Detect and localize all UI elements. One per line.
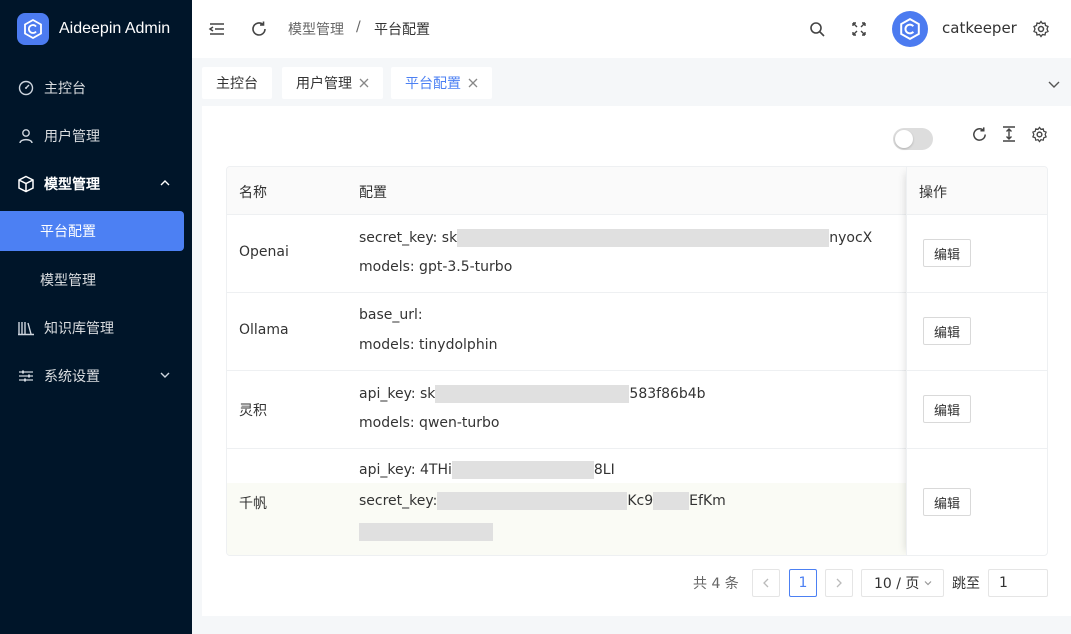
breadcrumb-item[interactable]: 模型管理 (288, 19, 344, 39)
toggle-switch[interactable] (893, 128, 933, 150)
next-page-button[interactable] (825, 569, 853, 597)
chevron-right-icon (836, 578, 842, 588)
chevron-down-icon (925, 581, 932, 586)
config-text: 583f86b4b (629, 386, 706, 402)
sidebar: Aideepin Admin 主控台 用户管理 模型管理 平台配置 模型管理 知… (0, 0, 192, 634)
row-name: 灵积 (239, 403, 267, 419)
config-text: models: tinydolphin (359, 337, 498, 353)
config-text: api_key: sk (359, 386, 436, 402)
gear-icon[interactable] (1031, 19, 1051, 39)
prev-page-button[interactable] (752, 569, 780, 597)
chevron-down-icon[interactable] (1047, 77, 1061, 91)
reload-icon[interactable] (969, 124, 989, 144)
redacted-block (451, 461, 594, 479)
content-panel: 名称 配置 操作 Openai secret_key: sk nyocX mode… (202, 106, 1071, 616)
config-text: secret_key: (359, 493, 438, 509)
sidebar-item-label: 模型管理 (40, 273, 96, 289)
cube-icon (16, 174, 36, 194)
chevron-left-icon (763, 578, 769, 588)
actions-column-divider (906, 167, 1047, 555)
config-line: models: gpt-3.5-turbo (359, 259, 512, 275)
config-text: models: qwen-turbo (359, 415, 500, 431)
tab-platform-config[interactable]: 平台配置 (391, 67, 492, 99)
sidebar-item-label: 用户管理 (44, 129, 100, 145)
config-text: api_key: 4THi (359, 462, 452, 478)
sidebar-item-models[interactable]: 模型管理 (0, 260, 192, 300)
tab-user-management[interactable]: 用户管理 (282, 67, 383, 99)
config-line: models: tinydolphin (359, 337, 497, 353)
toggle-knob (895, 130, 913, 148)
sidebar-item-label: 模型管理 (44, 177, 100, 193)
breadcrumb-separator: / (356, 19, 361, 35)
config-text: nyocX (829, 230, 873, 246)
username[interactable]: catkeeper (942, 19, 1017, 37)
chevron-down-icon (160, 372, 170, 378)
sidebar-item-label: 主控台 (44, 81, 86, 97)
redacted-block (437, 492, 628, 510)
pagination-total: 共 4 条 (693, 576, 739, 592)
config-line: models: qwen-turbo (359, 415, 500, 431)
platform-table: 名称 配置 操作 Openai secret_key: sk nyocX mode… (226, 166, 1048, 556)
breadcrumb-current: 平台配置 (374, 22, 430, 38)
config-line: api_key: 4THi 8LI (359, 461, 615, 479)
redacted-block (359, 523, 493, 541)
user-icon (16, 126, 36, 146)
sidebar-item-model-management[interactable]: 模型管理 (0, 164, 192, 204)
config-line: api_key: sk 583f86b4b (359, 385, 706, 403)
config-text: models: gpt-3.5-turbo (359, 259, 513, 275)
column-header-name: 名称 (239, 185, 267, 201)
sidebar-item-knowledge-base[interactable]: 知识库管理 (0, 308, 192, 348)
top-header: 模型管理 / 平台配置 catkeeper (192, 0, 1071, 58)
tab-label: 平台配置 (405, 76, 461, 92)
redacted-block (457, 229, 830, 247)
sidebar-item-users[interactable]: 用户管理 (0, 116, 192, 156)
dashboard-icon (16, 78, 36, 98)
sidebar-item-label: 知识库管理 (44, 321, 114, 337)
sidebar-item-dashboard[interactable]: 主控台 (0, 68, 192, 108)
sidebar-item-system-settings[interactable]: 系统设置 (0, 356, 192, 396)
config-text: EfKm (689, 493, 726, 509)
column-header-config: 配置 (359, 185, 387, 201)
page-button[interactable]: 1 (789, 569, 817, 597)
config-text: secret_key: sk (359, 230, 458, 246)
sidebar-item-label: 平台配置 (40, 224, 96, 240)
row-name: Ollama (239, 322, 289, 338)
chevron-up-icon (160, 180, 170, 186)
config-line (359, 523, 493, 541)
close-icon[interactable] (468, 78, 478, 88)
app-title: Aideepin Admin (59, 20, 171, 37)
tab-bar: 主控台 用户管理 平台配置 (192, 62, 1071, 102)
page-size-value: 10 / 页 (874, 576, 920, 592)
row-name: 千帆 (239, 496, 267, 512)
page-size-select[interactable]: 10 / 页 (861, 569, 944, 597)
jump-label: 跳至 (952, 576, 980, 592)
tab-label: 用户管理 (296, 76, 352, 92)
avatar[interactable] (892, 11, 928, 47)
refresh-icon[interactable] (249, 19, 269, 39)
logo-icon (17, 13, 49, 45)
row-name: Openai (239, 244, 289, 260)
config-line: base_url: (359, 307, 423, 323)
tab-label: 主控台 (216, 76, 258, 92)
column-height-icon[interactable] (999, 124, 1019, 144)
config-text: Kc9 (627, 493, 654, 509)
settings-icon[interactable] (1029, 124, 1049, 144)
logo-row: Aideepin Admin (0, 0, 192, 58)
search-icon[interactable] (807, 19, 827, 39)
close-icon[interactable] (359, 78, 369, 88)
library-icon (16, 318, 36, 338)
sidebar-item-label: 系统设置 (44, 369, 100, 385)
fullscreen-icon[interactable] (849, 19, 869, 39)
menu-fold-icon[interactable] (207, 19, 227, 39)
config-text: base_url: (359, 307, 423, 323)
sliders-icon (16, 366, 36, 386)
config-line: secret_key: Kc9 EfKm (359, 492, 726, 510)
sidebar-item-platform-config[interactable]: 平台配置 (0, 211, 184, 251)
jump-page-input[interactable]: 1 (988, 569, 1048, 597)
config-text: 8LI (593, 462, 615, 478)
tab-dashboard[interactable]: 主控台 (202, 67, 272, 99)
config-line: secret_key: sk nyocX (359, 229, 872, 247)
redacted-block (653, 492, 690, 510)
redacted-block (435, 385, 630, 403)
